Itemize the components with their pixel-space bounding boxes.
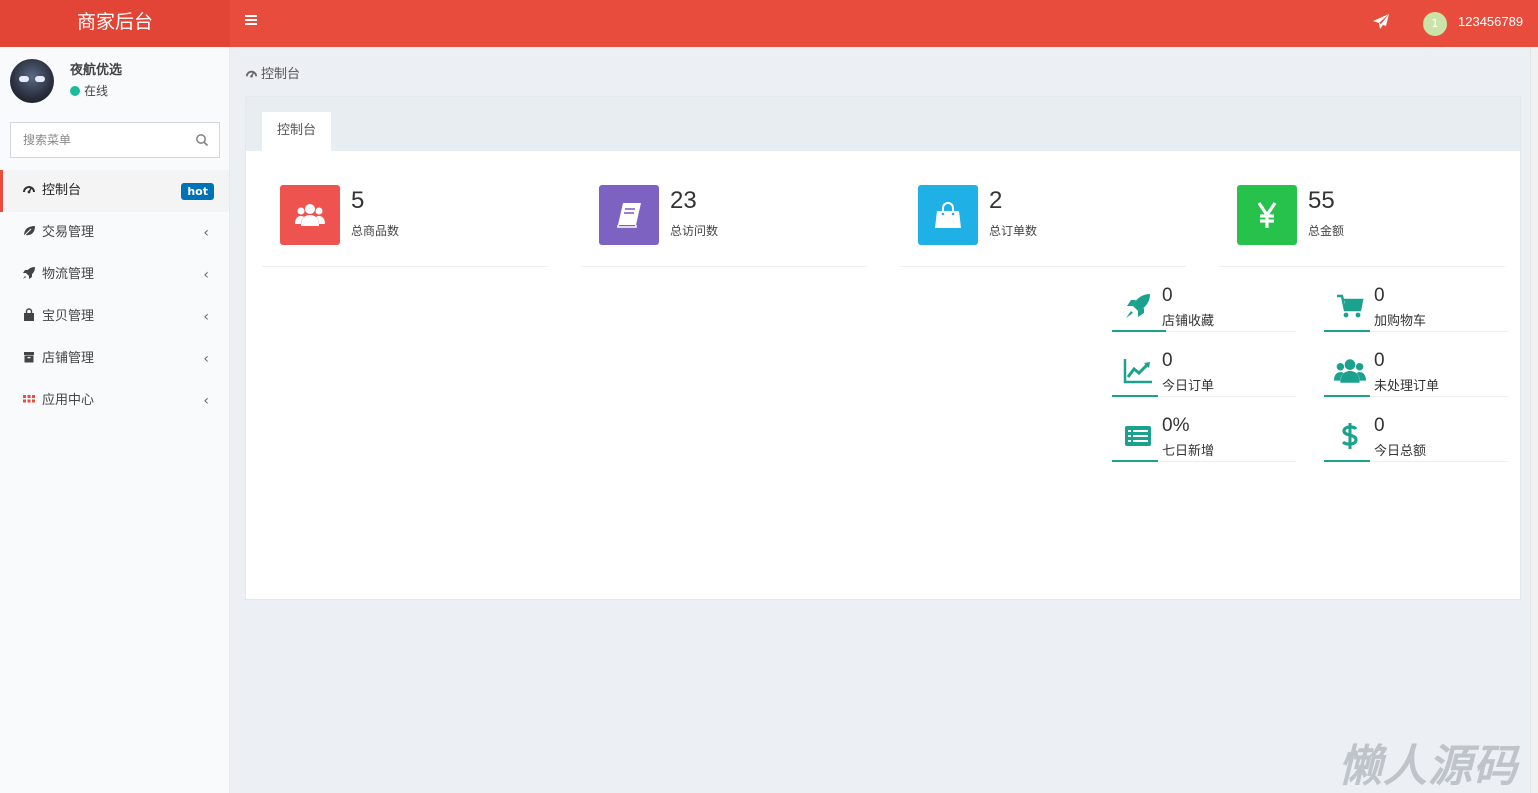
user-avatar [10,59,54,103]
sidebar-item-label: 交易管理 [42,225,95,240]
breadcrumb-label[interactable]: 控制台 [261,67,300,82]
mini-stat-label: 未处理订单 [1374,379,1440,394]
paper-plane-icon[interactable] [1372,13,1390,31]
line-chart-icon [1122,355,1154,387]
archive-icon [22,340,36,363]
user-id-label[interactable]: 123456789 [1458,14,1523,29]
dollar-icon [1334,420,1366,452]
chevron-left-icon: ‹ [203,351,209,367]
user-status: 在线 [70,82,108,99]
watermark: 懒人源码 [1338,741,1518,792]
rocket-icon [1122,290,1154,322]
stat-label: 总订单数 [989,224,1038,238]
sidebar-item-label: 店铺管理 [42,351,95,366]
list-icon [1122,420,1154,452]
mini-stat-value: 0% [1162,415,1190,436]
stat-label: 总商品数 [351,224,400,238]
chevron-left-icon: ‹ [203,225,209,241]
sidebar-item-label: 宝贝管理 [42,309,95,324]
mini-stat-pending-orders: 0 未处理订单 [1324,349,1508,397]
sidebar-item-label: 控制台 [42,183,82,198]
book-icon [599,185,659,245]
sidebar-item-apps[interactable]: 应用中心 ‹ [0,380,229,422]
chevron-left-icon: ‹ [203,393,209,409]
mini-stat-label: 今日订单 [1162,379,1215,394]
mini-stat-favorites: 0 店铺收藏 [1112,284,1296,332]
stat-card-products: 5 总商品数 [262,185,548,267]
sidebar-item-store[interactable]: 店铺管理 ‹ [0,338,229,380]
menu-search [10,122,220,158]
shopping-bag-icon [22,298,36,321]
mini-stat-value: 0 [1374,350,1385,371]
sidebar-item-goods[interactable]: 宝贝管理 ‹ [0,296,229,338]
stat-value: 2 [989,187,1003,214]
mini-stat-value: 0 [1162,350,1173,371]
shopping-bag-icon [918,185,978,245]
mini-stat-label: 加购物车 [1374,314,1427,329]
stat-label: 总访问数 [670,224,719,238]
stat-value: 5 [351,187,365,214]
mini-stat-weekly-growth: 0% 七日新增 [1112,414,1296,462]
search-input[interactable] [11,123,181,157]
stat-card-orders: 2 总订单数 [900,185,1186,267]
online-dot-icon [70,86,80,96]
sidebar-item-label: 应用中心 [42,393,95,408]
mini-stat-value: 0 [1162,285,1173,306]
search-icon[interactable] [195,133,209,147]
breadcrumb: 控制台 [245,63,300,82]
avatar[interactable]: 1 [1423,12,1447,36]
cart-icon [1334,290,1366,322]
sidebar-toggle-icon[interactable] [244,11,264,33]
leaf-icon [22,214,36,237]
mini-stat-value: 0 [1374,285,1385,306]
tab-bar: 控制台 [246,97,1520,152]
chevron-left-icon: ‹ [203,267,209,283]
stat-card-visits: 23 总访问数 [581,185,867,267]
mini-stat-label: 店铺收藏 [1162,314,1215,329]
tab-dashboard[interactable]: 控制台 [262,112,331,152]
sidebar-menu: 控制台 hot 交易管理 ‹ 物流管理 ‹ 宝贝管理 ‹ 店铺管理 ‹ 应用中心… [0,170,229,422]
mini-stat-cart: 0 加购物车 [1324,284,1508,332]
mini-stat-today-total: 0 今日总额 [1324,414,1508,462]
sidebar-item-label: 物流管理 [42,267,95,282]
users-icon [1334,355,1366,387]
sidebar-item-trade[interactable]: 交易管理 ‹ [0,212,229,254]
dashboard-panel: 控制台 5 总商品数 23 总访问数 2 总订单数 55 总金额 0 店铺收藏 … [245,96,1521,600]
dashboard-icon [245,67,258,80]
yen-icon [1237,185,1297,245]
dashboard-icon [22,172,36,194]
page-scrollbar[interactable] [1530,47,1538,793]
stat-value: 55 [1308,187,1335,214]
status-text: 在线 [84,84,109,98]
sidebar-item-dashboard[interactable]: 控制台 hot [0,170,229,212]
chevron-left-icon: ‹ [203,309,209,325]
rocket-icon [22,256,36,279]
stat-label: 总金额 [1308,224,1345,238]
users-icon [280,185,340,245]
user-name: 夜航优选 [70,63,123,78]
mini-stat-label: 七日新增 [1162,444,1215,459]
stat-value: 23 [670,187,697,214]
sidebar: 夜航优选 在线 控制台 hot 交易管理 ‹ 物流管理 ‹ 宝贝管理 ‹ 店铺管… [0,47,230,793]
mini-stat-today-orders: 0 今日订单 [1112,349,1296,397]
mini-stat-label: 今日总额 [1374,444,1427,459]
hot-badge: hot [181,183,214,200]
top-header: 商家后台 1 123456789 [0,0,1538,47]
app-logo[interactable]: 商家后台 [0,0,230,47]
grid-icon [22,382,36,403]
mini-stat-value: 0 [1374,415,1385,436]
stat-card-amount: 55 总金额 [1219,185,1505,267]
sidebar-item-logistics[interactable]: 物流管理 ‹ [0,254,229,296]
